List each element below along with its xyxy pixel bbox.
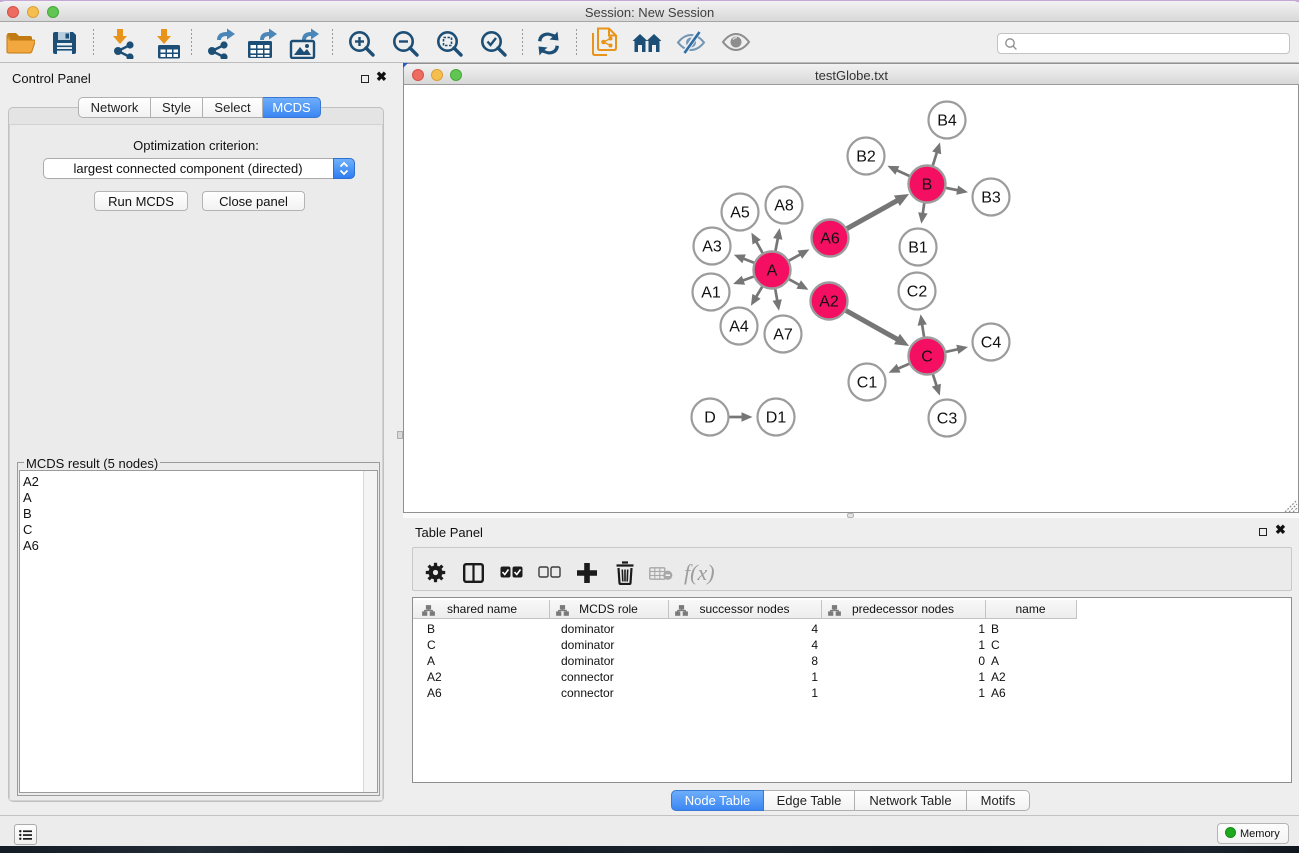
svg-text:A4: A4 — [729, 319, 749, 336]
svg-text:B2: B2 — [856, 149, 876, 166]
svg-text:C4: C4 — [981, 335, 1002, 352]
svg-text:A2: A2 — [819, 294, 839, 311]
svg-text:B: B — [922, 177, 933, 194]
svg-text:C2: C2 — [907, 284, 928, 301]
svg-text:C1: C1 — [857, 375, 878, 392]
svg-text:A7: A7 — [773, 327, 793, 344]
svg-text:B3: B3 — [981, 190, 1001, 207]
svg-text:C3: C3 — [937, 411, 958, 428]
svg-text:A: A — [767, 263, 778, 280]
svg-text:D: D — [704, 410, 716, 427]
svg-text:A5: A5 — [730, 205, 750, 222]
svg-text:A1: A1 — [701, 285, 721, 302]
svg-text:A3: A3 — [702, 239, 722, 256]
svg-text:A8: A8 — [774, 198, 794, 215]
svg-text:C: C — [921, 349, 933, 366]
svg-text:B4: B4 — [937, 113, 957, 130]
svg-text:D1: D1 — [766, 410, 787, 427]
svg-text:B1: B1 — [908, 240, 928, 257]
svg-text:A6: A6 — [820, 231, 840, 248]
